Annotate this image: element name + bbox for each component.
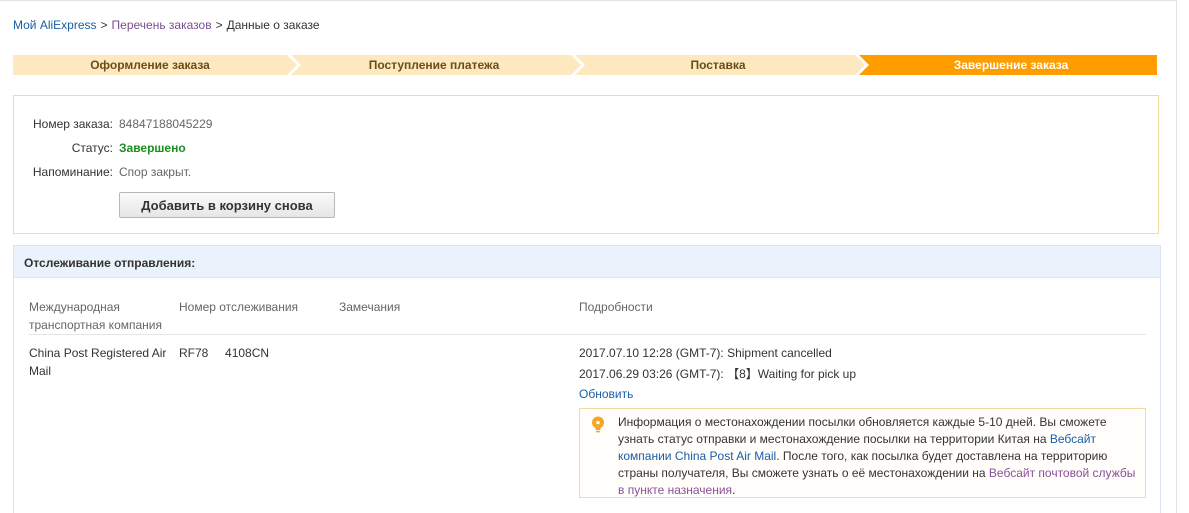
order-reminder-label: Напоминание: bbox=[32, 165, 113, 179]
shipment-tracking-panel: Отслеживание отправления: Международная … bbox=[13, 245, 1161, 513]
tracking-number: RF78 4108CN bbox=[179, 346, 270, 360]
breadcrumb-my-aliexpress[interactable]: Мой AliExpress bbox=[13, 18, 97, 32]
breadcrumb-current: Данные о заказе bbox=[226, 18, 320, 32]
breadcrumb-separator: > bbox=[215, 18, 223, 32]
order-number-value: 84847188045229 bbox=[119, 117, 213, 131]
carrier-name-line2: Mail bbox=[29, 364, 52, 378]
breadcrumb-order-list[interactable]: Перечень заказов bbox=[112, 18, 212, 32]
step-label-checkout: Оформление заказа bbox=[90, 58, 210, 72]
column-header-carrier: Международная транспортная компания bbox=[29, 298, 162, 334]
carrier-name: China Post Registered Air Mail bbox=[29, 344, 166, 380]
step-label-shipping: Поставка bbox=[690, 58, 746, 72]
column-header-details: Подробности bbox=[579, 300, 653, 314]
column-header-carrier-line2: транспортная компания bbox=[29, 318, 162, 332]
refresh-tracking-link[interactable]: Обновить bbox=[579, 385, 633, 403]
tracking-header: Отслеживание отправления: bbox=[14, 246, 1160, 278]
column-header-carrier-line1: Международная bbox=[29, 300, 120, 314]
notice-text: Информация о местонахождении посылки обн… bbox=[618, 414, 1138, 499]
order-status-label: Статус: bbox=[71, 141, 113, 155]
breadcrumb-separator: > bbox=[100, 18, 108, 32]
tracking-info-notice: Информация о местонахождении посылки обн… bbox=[579, 408, 1146, 498]
order-progress-steps: Оформление заказа Поступление платежа По… bbox=[13, 55, 1157, 75]
table-header-divider bbox=[29, 334, 1146, 335]
column-header-remarks: Замечания bbox=[339, 300, 401, 314]
order-reminder-value: Спор закрыт. bbox=[119, 165, 192, 179]
order-status-value: Завершено bbox=[119, 141, 186, 155]
add-to-cart-again-button[interactable]: Добавить в корзину снова bbox=[119, 192, 335, 218]
notice-text-part1: Информация о местонахождении посылки обн… bbox=[618, 415, 1107, 446]
carrier-name-line1: China Post Registered Air bbox=[29, 346, 167, 360]
tracking-event-1: 2017.07.10 12:28 (GMT-7): Shipment cance… bbox=[579, 346, 832, 360]
frame-border-top bbox=[0, 0, 1176, 1]
frame-border-right bbox=[1176, 0, 1177, 513]
tracking-event-2: 2017.06.29 03:26 (GMT-7): 【8】Waiting for… bbox=[579, 367, 857, 381]
order-number-label: Номер заказа: bbox=[32, 117, 113, 131]
column-header-tracking-number: Номер отслеживания bbox=[179, 300, 299, 314]
tracking-title: Отслеживание отправления: bbox=[24, 256, 196, 270]
notice-text-part3: . bbox=[732, 483, 736, 497]
lightbulb-icon bbox=[592, 416, 604, 433]
breadcrumb: Мой AliExpress > Перечень заказов > Данные о… bbox=[13, 18, 320, 32]
step-label-payment: Поступление платежа bbox=[368, 58, 500, 72]
step-label-complete: Завершение заказа bbox=[953, 58, 1069, 72]
order-info-panel: Номер заказа: 84847188045229 Статус: Зав… bbox=[13, 95, 1159, 234]
